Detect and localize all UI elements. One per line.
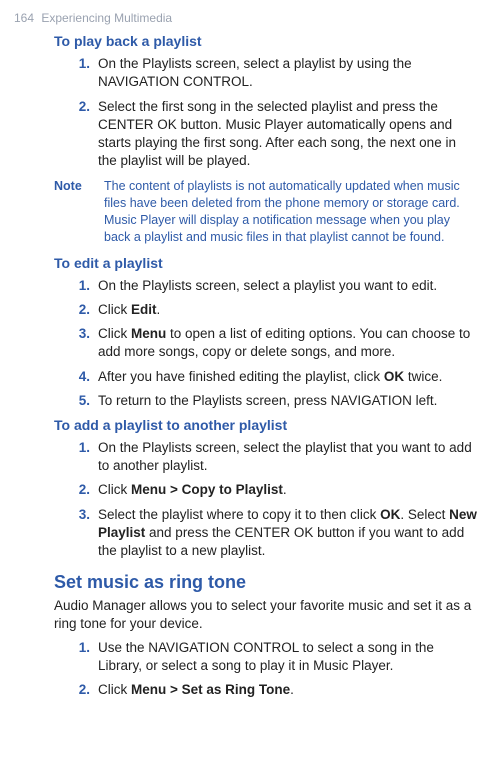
list-text: Click Menu > Set as Ring Tone. [98,681,478,699]
list-item: 3. Select the playlist where to copy it … [76,506,478,561]
list-item: 3. Click Menu to open a list of editing … [76,325,478,361]
note-label: Note [54,178,104,246]
heading-play-playlist: To play back a playlist [54,32,478,51]
list-item: 5. To return to the Playlists screen, pr… [76,392,478,410]
text-pre: After you have finished editing the play… [98,369,384,384]
list-item: 4. After you have finished editing the p… [76,368,478,386]
intro-paragraph: Audio Manager allows you to select your … [54,597,478,633]
list-item: 1. Use the NAVIGATION CONTROL to select … [76,639,478,675]
text-bold: OK [380,507,400,522]
text-post: . [157,302,161,317]
text-bold: OK [384,369,404,384]
list-text: To return to the Playlists screen, press… [98,392,478,410]
text-pre: Click [98,302,131,317]
list-item: 2. Click Menu > Copy to Playlist. [76,481,478,499]
list-number: 2. [76,681,98,699]
list-number: 2. [76,481,98,499]
list-number: 3. [76,325,98,361]
list-item: 2. Click Menu > Set as Ring Tone. [76,681,478,699]
list-text: On the Playlists screen, select the play… [98,439,478,475]
list-number: 2. [76,98,98,171]
heading-set-ring-tone: Set music as ring tone [54,570,478,594]
list-number: 4. [76,368,98,386]
list-item: 2. Select the first song in the selected… [76,98,478,171]
text-post: twice. [404,369,442,384]
text-post: . [290,682,294,697]
list-text: Select the playlist where to copy it to … [98,506,478,561]
list-text: After you have finished editing the play… [98,368,478,386]
heading-add-playlist: To add a playlist to another playlist [54,416,478,435]
list-text: On the Playlists screen, select a playli… [98,55,478,91]
page-header: 164 Experiencing Multimedia [14,10,478,26]
note-block: Note The content of playlists is not aut… [54,178,478,246]
list-item: 1. On the Playlists screen, select the p… [76,439,478,475]
list-item: 2. Click Edit. [76,301,478,319]
text-bold: Menu [131,326,166,341]
list-number: 1. [76,639,98,675]
chapter-title: Experiencing Multimedia [41,11,172,25]
list-number: 3. [76,506,98,561]
list-text: Select the first song in the selected pl… [98,98,478,171]
note-body: The content of playlists is not automati… [104,178,478,246]
text-pre: Click [98,326,131,341]
text-mid: . Select [400,507,449,522]
text-pre: Select the playlist where to copy it to … [98,507,380,522]
list-number: 1. [76,439,98,475]
list-number: 1. [76,55,98,91]
list-item: 1. On the Playlists screen, select a pla… [76,55,478,91]
text-post: and press the CENTER OK button if you wa… [98,525,464,558]
list-text: Click Menu to open a list of editing opt… [98,325,478,361]
list-text: Click Menu > Copy to Playlist. [98,481,478,499]
list-text: Use the NAVIGATION CONTROL to select a s… [98,639,478,675]
list-number: 5. [76,392,98,410]
list-item: 1. On the Playlists screen, select a pla… [76,277,478,295]
text-bold: Edit [131,302,157,317]
page-number: 164 [14,11,34,25]
text-post: . [283,482,287,497]
list-text: On the Playlists screen, select a playli… [98,277,478,295]
list-number: 1. [76,277,98,295]
text-pre: Click [98,682,131,697]
list-text: Click Edit. [98,301,478,319]
text-bold: Menu > Set as Ring Tone [131,682,290,697]
text-pre: Click [98,482,131,497]
list-number: 2. [76,301,98,319]
heading-edit-playlist: To edit a playlist [54,254,478,273]
text-bold: Menu > Copy to Playlist [131,482,283,497]
